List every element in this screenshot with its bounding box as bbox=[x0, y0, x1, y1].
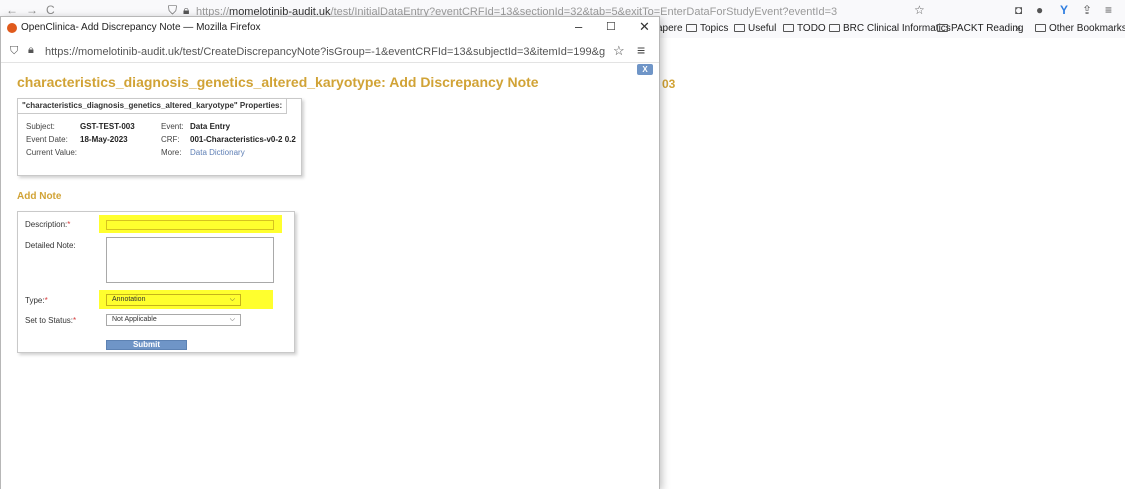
description-label-text: Description: bbox=[25, 220, 68, 229]
chevron-down-icon: ⌵ bbox=[229, 296, 235, 303]
firefox-logo-icon bbox=[7, 23, 17, 33]
crf-value: 001-Characteristics-v0-2 0.2 bbox=[190, 135, 296, 144]
required-marker: * bbox=[73, 316, 77, 325]
required-marker: * bbox=[67, 220, 71, 229]
popup-url-bar: ⛉ 🔒︎ https://momelotinib-audit.uk/test/C… bbox=[1, 39, 659, 63]
background-page-heading: 03 bbox=[662, 77, 676, 91]
star-icon[interactable]: ☆ bbox=[613, 43, 625, 59]
status-label-text: Set to Status: bbox=[25, 316, 74, 325]
star-icon[interactable]: ☆ bbox=[914, 3, 925, 17]
bookmarks-toolbar: apere Topics Useful TODO BRC Clinical In… bbox=[655, 20, 1125, 38]
bookmark-label: apere bbox=[657, 23, 683, 34]
lock-icon: 🔒︎ bbox=[28, 44, 34, 56]
extensions-puzzle-icon[interactable]: ⇪ bbox=[1082, 3, 1092, 17]
bookmark-item[interactable]: Useful bbox=[734, 23, 776, 34]
bookmark-label: Useful bbox=[748, 23, 777, 34]
bookmark-item[interactable]: Topics bbox=[686, 23, 728, 34]
bookmark-label: PACKT Reading bbox=[951, 23, 1024, 34]
other-bookmarks-label: Other Bookmarks bbox=[1049, 23, 1125, 34]
crf-label: CRF: bbox=[161, 135, 180, 144]
page-title: characteristics_diagnosis_genetics_alter… bbox=[17, 74, 539, 90]
status-label: Set to Status:* bbox=[25, 316, 76, 325]
popup-window-title: OpenClinica- Add Discrepancy Note — Mozi… bbox=[21, 22, 261, 33]
description-label: Description:* bbox=[25, 220, 70, 229]
popup-titlebar: OpenClinica- Add Discrepancy Note — Mozi… bbox=[1, 17, 659, 39]
popup-url[interactable]: https://momelotinib-audit.uk/test/Create… bbox=[45, 46, 605, 58]
status-select[interactable]: Not Applicable ⌵ bbox=[106, 314, 241, 326]
folder-icon bbox=[829, 24, 840, 32]
bookmark-label: Topics bbox=[700, 23, 729, 34]
menu-icon[interactable]: ≡ bbox=[1105, 3, 1112, 17]
account-icon[interactable]: ● bbox=[1036, 3, 1043, 17]
chevron-down-icon: ⌵ bbox=[229, 316, 235, 323]
bookmark-item[interactable]: apere bbox=[657, 23, 683, 34]
maximize-button[interactable]: ☐ bbox=[606, 20, 616, 34]
type-label: Type:* bbox=[25, 296, 48, 305]
other-bookmarks[interactable]: Other Bookmarks bbox=[1035, 23, 1125, 34]
extension-icon[interactable]: Y bbox=[1060, 3, 1068, 17]
type-selected-value: Annotation bbox=[112, 296, 146, 303]
type-label-text: Type: bbox=[25, 296, 45, 305]
description-input[interactable] bbox=[106, 220, 274, 230]
subject-value: GST-TEST-003 bbox=[80, 122, 135, 131]
properties-box: "characteristics_diagnosis_genetics_alte… bbox=[17, 98, 302, 176]
add-note-heading: Add Note bbox=[17, 191, 62, 202]
data-dictionary-link[interactable]: Data Dictionary bbox=[190, 148, 245, 157]
detailed-note-label: Detailed Note: bbox=[25, 241, 76, 250]
folder-icon bbox=[686, 24, 697, 32]
minimize-button[interactable]: – bbox=[575, 20, 582, 34]
pocket-icon[interactable]: ◘ bbox=[1015, 3, 1022, 17]
discrepancy-note-popup: OpenClinica- Add Discrepancy Note — Mozi… bbox=[0, 16, 660, 489]
required-marker: * bbox=[44, 296, 48, 305]
event-label: Event: bbox=[161, 122, 184, 131]
bookmark-item[interactable]: TODO bbox=[783, 23, 826, 34]
subject-label: Subject: bbox=[26, 122, 55, 131]
folder-icon bbox=[783, 24, 794, 32]
submit-button[interactable]: Submit bbox=[106, 340, 187, 350]
more-bookmarks-chevron-icon[interactable]: » bbox=[1015, 23, 1021, 34]
menu-icon[interactable]: ≡ bbox=[637, 42, 645, 58]
event-value: Data Entry bbox=[190, 122, 231, 131]
folder-icon bbox=[1035, 24, 1046, 32]
background-nav-buttons[interactable]: ←→C bbox=[6, 3, 63, 17]
add-note-form: Description:* Detailed Note: Type:* Anno… bbox=[17, 211, 295, 353]
folder-icon bbox=[734, 24, 745, 32]
event-date-value: 18-May-2023 bbox=[80, 135, 128, 144]
bookmark-item[interactable]: PACKT Reading bbox=[937, 23, 1023, 34]
close-window-button[interactable]: ✕ bbox=[639, 20, 650, 34]
more-label: More: bbox=[161, 148, 182, 157]
close-note-button[interactable]: X bbox=[637, 64, 653, 75]
detailed-note-textarea[interactable] bbox=[106, 237, 274, 283]
properties-tab: "characteristics_diagnosis_genetics_alte… bbox=[18, 99, 288, 114]
bookmark-item[interactable]: BRC Clinical Informatics bbox=[829, 23, 951, 34]
bookmark-label: BRC Clinical Informatics bbox=[843, 23, 951, 34]
event-date-label: Event Date: bbox=[26, 135, 68, 144]
status-selected-value: Not Applicable bbox=[112, 316, 157, 323]
bookmark-label: TODO bbox=[797, 23, 826, 34]
folder-icon bbox=[937, 24, 948, 32]
current-value-label: Current Value: bbox=[26, 148, 77, 157]
type-select[interactable]: Annotation ⌵ bbox=[106, 294, 241, 306]
shield-icon: ⛉ bbox=[10, 45, 19, 57]
popup-content: X characteristics_diagnosis_genetics_alt… bbox=[1, 64, 659, 489]
